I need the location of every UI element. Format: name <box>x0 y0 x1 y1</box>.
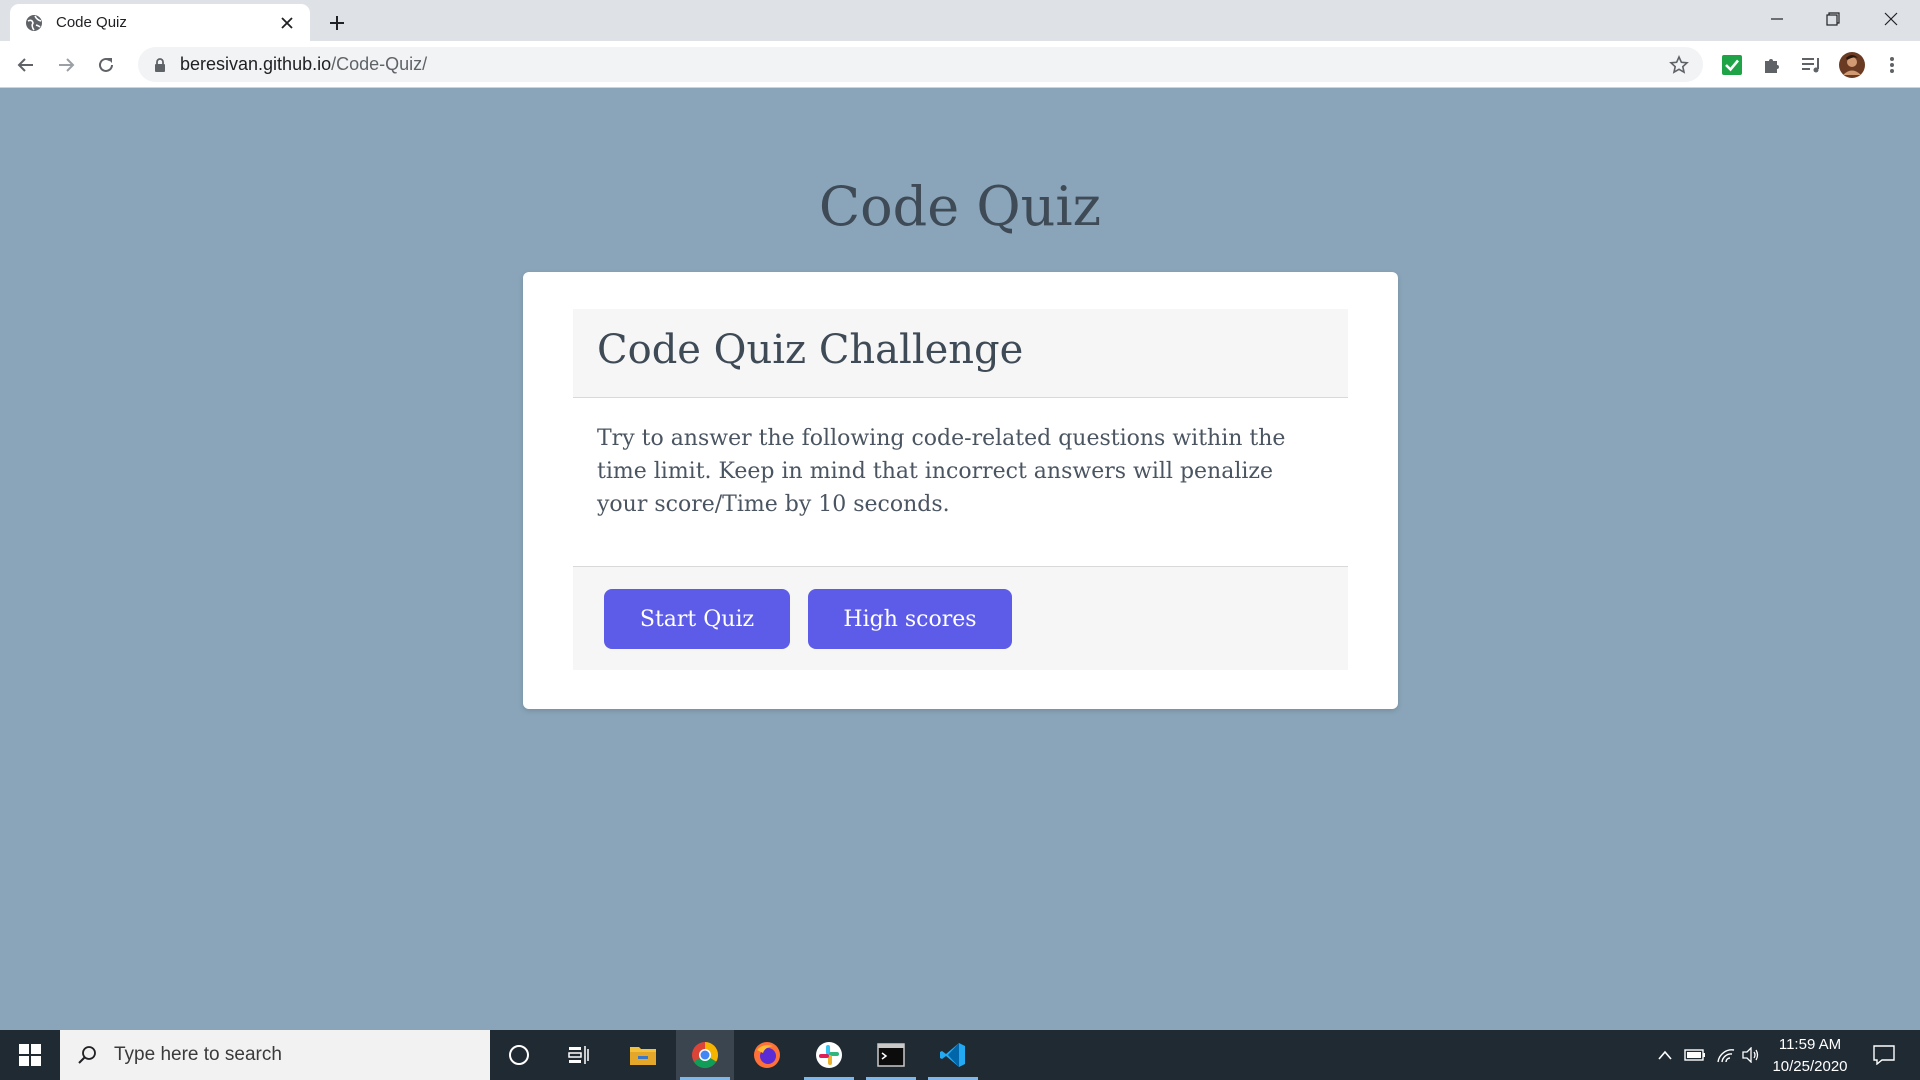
profile-avatar-icon[interactable] <box>1838 51 1866 79</box>
browser-tab[interactable]: Code Quiz <box>10 4 310 41</box>
system-clock[interactable]: 11:59 AM 10/25/2020 <box>1762 1034 1858 1078</box>
slack-taskbar-icon[interactable] <box>800 1030 858 1080</box>
card-header: Code Quiz Challenge <box>573 309 1348 398</box>
taskbar-search-box[interactable]: Type here to search <box>60 1030 490 1080</box>
close-tab-icon[interactable] <box>276 12 298 34</box>
tab-title: Code Quiz <box>56 14 127 31</box>
url-path: /Code-Quiz/ <box>331 54 428 74</box>
web-page: Code Quiz Code Quiz Challenge Try to ans… <box>0 89 1920 1030</box>
more-menu-icon[interactable] <box>1878 51 1906 79</box>
card-footer: Start Quiz High scores <box>573 566 1348 670</box>
restore-window-button[interactable] <box>1805 0 1861 38</box>
media-playlist-icon[interactable] <box>1798 51 1826 79</box>
chrome-taskbar-icon[interactable] <box>676 1030 734 1080</box>
battery-icon[interactable] <box>1682 1030 1708 1080</box>
file-explorer-icon[interactable] <box>614 1030 672 1080</box>
vscode-taskbar-icon[interactable] <box>924 1030 982 1080</box>
card-description: Try to answer the following code-related… <box>597 426 1286 517</box>
browser-toolbar: beresivan.github.io/Code-Quiz/ <box>0 41 1920 88</box>
url-host: beresivan.github.io <box>180 54 332 74</box>
quiz-card: Code Quiz Challenge Try to answer the fo… <box>523 272 1398 709</box>
notifications-icon[interactable] <box>1864 1030 1904 1080</box>
reload-button[interactable] <box>90 49 122 81</box>
new-tab-button[interactable] <box>322 8 352 38</box>
minimize-window-button[interactable] <box>1749 0 1805 38</box>
lock-icon <box>152 57 168 73</box>
tab-strip: Code Quiz <box>0 0 1920 41</box>
search-placeholder: Type here to search <box>114 1044 282 1065</box>
start-quiz-button[interactable]: Start Quiz <box>604 589 790 649</box>
search-icon <box>74 1042 100 1068</box>
terminal-taskbar-icon[interactable] <box>862 1030 920 1080</box>
url-text: beresivan.github.io/Code-Quiz/ <box>180 54 427 75</box>
clock-time: 11:59 AM <box>1778 1036 1842 1053</box>
puzzle-extensions-icon[interactable] <box>1758 51 1786 79</box>
card-heading: Code Quiz Challenge <box>597 327 1024 373</box>
bookmark-star-icon[interactable] <box>1667 53 1691 77</box>
volume-icon[interactable] <box>1740 1030 1762 1080</box>
windows-start-icon[interactable] <box>0 1030 60 1080</box>
cortana-circle-icon[interactable] <box>490 1030 548 1080</box>
show-hidden-icons-icon[interactable] <box>1654 1030 1676 1080</box>
address-bar[interactable]: beresivan.github.io/Code-Quiz/ <box>138 47 1703 82</box>
back-button[interactable] <box>10 49 42 81</box>
checkmark-extension-icon[interactable] <box>1718 51 1746 79</box>
close-window-button[interactable] <box>1863 0 1919 38</box>
forward-button[interactable] <box>50 49 82 81</box>
wifi-icon[interactable] <box>1714 1030 1738 1080</box>
high-scores-button[interactable]: High scores <box>808 589 1012 649</box>
firefox-taskbar-icon[interactable] <box>738 1030 796 1080</box>
page-title: Code Quiz <box>818 175 1102 238</box>
task-view-icon[interactable] <box>550 1030 608 1080</box>
taskbar: Type here to search 11:59 AM 10/25/2020 <box>0 1030 1920 1080</box>
globe-icon <box>24 13 44 33</box>
clock-date: 10/25/2020 <box>1772 1058 1848 1075</box>
